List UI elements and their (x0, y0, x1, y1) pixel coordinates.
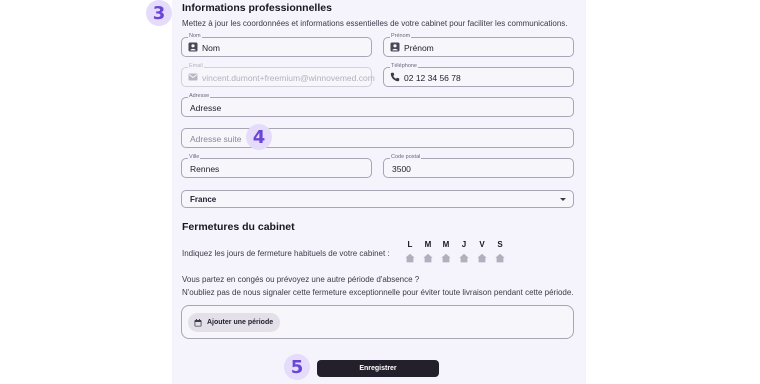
person-card-icon (188, 42, 198, 52)
house-icon (495, 253, 505, 263)
house-icon (459, 253, 469, 263)
save-button[interactable]: Enregistrer (317, 360, 439, 377)
adresse-field[interactable]: Adresse Adresse (181, 93, 574, 117)
telephone-field[interactable]: Téléphone 02 12 34 56 78 (383, 63, 574, 87)
house-icon (477, 253, 487, 263)
nom-field[interactable]: Nom Nom (181, 33, 372, 57)
step-5-badge: 5 (284, 354, 310, 380)
ville-field[interactable]: Ville Rennes (181, 154, 372, 178)
day-toggle-mardi[interactable]: M (423, 240, 433, 263)
absence-question: Vous partez en congés ou prévoyez une au… (182, 275, 420, 284)
person-card-icon (390, 42, 400, 52)
day-toggle-lundi[interactable]: L (405, 240, 415, 263)
house-icon (405, 253, 415, 263)
phone-icon (390, 72, 400, 82)
pays-select[interactable]: France (181, 190, 574, 208)
day-toggle-vendredi[interactable]: V (477, 240, 487, 263)
day-toggle-jeudi[interactable]: J (459, 240, 469, 263)
code-postal-field[interactable]: Code postal 3500 (383, 154, 574, 178)
step-4-badge: 4 (246, 124, 272, 150)
step-3-badge: 3 (146, 0, 172, 26)
house-icon (423, 253, 433, 263)
closures-weekly-prompt: Indiquez les jours de fermeture habituel… (182, 249, 390, 258)
day-toggle-mercredi[interactable]: M (441, 240, 451, 263)
add-period-button[interactable]: Ajouter une période (188, 313, 281, 332)
periods-box: Ajouter une période (181, 305, 574, 339)
prenom-field[interactable]: Prénom Prénom (383, 33, 574, 57)
closures-title: Fermetures du cabinet (182, 221, 295, 233)
calendar-icon (194, 318, 202, 326)
day-toggle-samedi[interactable]: S (495, 240, 505, 263)
email-field: Email vincent.dumont+freemium@winnovemed… (181, 63, 375, 87)
house-icon (441, 253, 451, 263)
adresse-suite-field[interactable]: Adresse suite (181, 128, 574, 148)
closure-days: L M M J V S (405, 240, 505, 263)
section-title: Informations professionnelles (182, 2, 332, 14)
chevron-down-icon (560, 198, 566, 201)
absence-reminder: N'oubliez pas de nous signaler cette fer… (182, 288, 574, 297)
mail-icon (188, 73, 198, 81)
section-subtitle: Mettez à jour les coordonnées et informa… (182, 19, 568, 28)
